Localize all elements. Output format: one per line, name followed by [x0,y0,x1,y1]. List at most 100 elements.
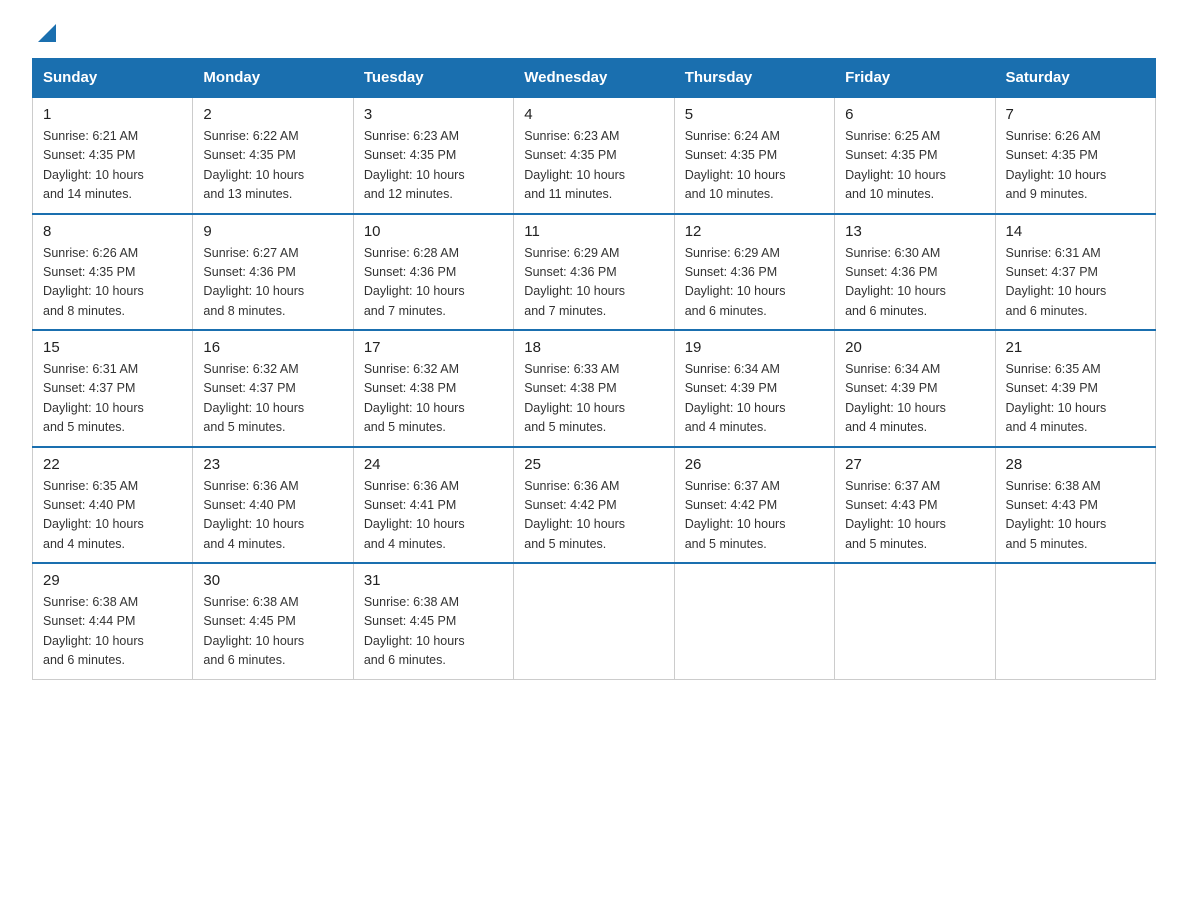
calendar-cell: 1 Sunrise: 6:21 AMSunset: 4:35 PMDayligh… [33,97,193,214]
day-number: 14 [1006,223,1145,240]
day-info: Sunrise: 6:38 AMSunset: 4:43 PMDaylight:… [1006,479,1107,551]
weekday-header-wednesday: Wednesday [514,59,674,98]
calendar-cell: 23 Sunrise: 6:36 AMSunset: 4:40 PMDaylig… [193,447,353,564]
day-info: Sunrise: 6:32 AMSunset: 4:38 PMDaylight:… [364,362,465,434]
calendar-cell: 16 Sunrise: 6:32 AMSunset: 4:37 PMDaylig… [193,330,353,447]
day-info: Sunrise: 6:31 AMSunset: 4:37 PMDaylight:… [43,362,144,434]
calendar-cell [674,563,834,679]
day-info: Sunrise: 6:33 AMSunset: 4:38 PMDaylight:… [524,362,625,434]
day-number: 27 [845,456,984,473]
day-number: 22 [43,456,182,473]
day-info: Sunrise: 6:30 AMSunset: 4:36 PMDaylight:… [845,246,946,318]
day-info: Sunrise: 6:26 AMSunset: 4:35 PMDaylight:… [1006,129,1107,201]
day-info: Sunrise: 6:34 AMSunset: 4:39 PMDaylight:… [845,362,946,434]
day-number: 26 [685,456,824,473]
day-number: 23 [203,456,342,473]
calendar-cell: 29 Sunrise: 6:38 AMSunset: 4:44 PMDaylig… [33,563,193,679]
day-info: Sunrise: 6:38 AMSunset: 4:44 PMDaylight:… [43,595,144,667]
weekday-header-sunday: Sunday [33,59,193,98]
weekday-header-thursday: Thursday [674,59,834,98]
calendar-table: SundayMondayTuesdayWednesdayThursdayFrid… [32,58,1156,680]
day-number: 13 [845,223,984,240]
day-number: 21 [1006,339,1145,356]
day-info: Sunrise: 6:21 AMSunset: 4:35 PMDaylight:… [43,129,144,201]
calendar-cell: 2 Sunrise: 6:22 AMSunset: 4:35 PMDayligh… [193,97,353,214]
weekday-header-monday: Monday [193,59,353,98]
day-number: 1 [43,106,182,123]
calendar-cell: 9 Sunrise: 6:27 AMSunset: 4:36 PMDayligh… [193,214,353,331]
calendar-cell: 14 Sunrise: 6:31 AMSunset: 4:37 PMDaylig… [995,214,1155,331]
calendar-cell: 19 Sunrise: 6:34 AMSunset: 4:39 PMDaylig… [674,330,834,447]
day-info: Sunrise: 6:27 AMSunset: 4:36 PMDaylight:… [203,246,304,318]
day-info: Sunrise: 6:25 AMSunset: 4:35 PMDaylight:… [845,129,946,201]
calendar-cell: 28 Sunrise: 6:38 AMSunset: 4:43 PMDaylig… [995,447,1155,564]
day-info: Sunrise: 6:28 AMSunset: 4:36 PMDaylight:… [364,246,465,318]
day-number: 6 [845,106,984,123]
day-info: Sunrise: 6:23 AMSunset: 4:35 PMDaylight:… [364,129,465,201]
day-info: Sunrise: 6:22 AMSunset: 4:35 PMDaylight:… [203,129,304,201]
calendar-cell: 6 Sunrise: 6:25 AMSunset: 4:35 PMDayligh… [835,97,995,214]
calendar-cell: 15 Sunrise: 6:31 AMSunset: 4:37 PMDaylig… [33,330,193,447]
calendar-cell: 30 Sunrise: 6:38 AMSunset: 4:45 PMDaylig… [193,563,353,679]
day-number: 18 [524,339,663,356]
calendar-cell [514,563,674,679]
day-number: 17 [364,339,503,356]
logo-triangle-icon [38,24,56,42]
calendar-cell [995,563,1155,679]
day-number: 5 [685,106,824,123]
calendar-cell: 24 Sunrise: 6:36 AMSunset: 4:41 PMDaylig… [353,447,513,564]
calendar-cell: 11 Sunrise: 6:29 AMSunset: 4:36 PMDaylig… [514,214,674,331]
calendar-cell: 4 Sunrise: 6:23 AMSunset: 4:35 PMDayligh… [514,97,674,214]
calendar-cell [835,563,995,679]
calendar-cell: 31 Sunrise: 6:38 AMSunset: 4:45 PMDaylig… [353,563,513,679]
day-number: 31 [364,572,503,589]
day-number: 16 [203,339,342,356]
day-number: 15 [43,339,182,356]
calendar-cell: 26 Sunrise: 6:37 AMSunset: 4:42 PMDaylig… [674,447,834,564]
calendar-cell: 17 Sunrise: 6:32 AMSunset: 4:38 PMDaylig… [353,330,513,447]
day-info: Sunrise: 6:34 AMSunset: 4:39 PMDaylight:… [685,362,786,434]
week-row-1: 1 Sunrise: 6:21 AMSunset: 4:35 PMDayligh… [33,97,1156,214]
calendar-cell: 20 Sunrise: 6:34 AMSunset: 4:39 PMDaylig… [835,330,995,447]
day-info: Sunrise: 6:38 AMSunset: 4:45 PMDaylight:… [364,595,465,667]
day-info: Sunrise: 6:38 AMSunset: 4:45 PMDaylight:… [203,595,304,667]
day-info: Sunrise: 6:36 AMSunset: 4:41 PMDaylight:… [364,479,465,551]
day-info: Sunrise: 6:37 AMSunset: 4:42 PMDaylight:… [685,479,786,551]
day-info: Sunrise: 6:29 AMSunset: 4:36 PMDaylight:… [685,246,786,318]
weekday-header-saturday: Saturday [995,59,1155,98]
logo [32,24,56,42]
day-number: 25 [524,456,663,473]
week-row-2: 8 Sunrise: 6:26 AMSunset: 4:35 PMDayligh… [33,214,1156,331]
day-number: 9 [203,223,342,240]
calendar-cell: 18 Sunrise: 6:33 AMSunset: 4:38 PMDaylig… [514,330,674,447]
day-info: Sunrise: 6:35 AMSunset: 4:39 PMDaylight:… [1006,362,1107,434]
page-header [32,24,1156,42]
day-info: Sunrise: 6:24 AMSunset: 4:35 PMDaylight:… [685,129,786,201]
calendar-cell: 13 Sunrise: 6:30 AMSunset: 4:36 PMDaylig… [835,214,995,331]
day-number: 30 [203,572,342,589]
day-info: Sunrise: 6:29 AMSunset: 4:36 PMDaylight:… [524,246,625,318]
calendar-cell: 7 Sunrise: 6:26 AMSunset: 4:35 PMDayligh… [995,97,1155,214]
day-number: 28 [1006,456,1145,473]
day-number: 11 [524,223,663,240]
week-row-5: 29 Sunrise: 6:38 AMSunset: 4:44 PMDaylig… [33,563,1156,679]
calendar-cell: 10 Sunrise: 6:28 AMSunset: 4:36 PMDaylig… [353,214,513,331]
day-info: Sunrise: 6:31 AMSunset: 4:37 PMDaylight:… [1006,246,1107,318]
day-number: 12 [685,223,824,240]
day-info: Sunrise: 6:35 AMSunset: 4:40 PMDaylight:… [43,479,144,551]
day-info: Sunrise: 6:23 AMSunset: 4:35 PMDaylight:… [524,129,625,201]
calendar-cell: 21 Sunrise: 6:35 AMSunset: 4:39 PMDaylig… [995,330,1155,447]
day-number: 24 [364,456,503,473]
calendar-cell: 22 Sunrise: 6:35 AMSunset: 4:40 PMDaylig… [33,447,193,564]
day-info: Sunrise: 6:36 AMSunset: 4:42 PMDaylight:… [524,479,625,551]
day-info: Sunrise: 6:26 AMSunset: 4:35 PMDaylight:… [43,246,144,318]
calendar-cell: 27 Sunrise: 6:37 AMSunset: 4:43 PMDaylig… [835,447,995,564]
day-number: 2 [203,106,342,123]
calendar-cell: 5 Sunrise: 6:24 AMSunset: 4:35 PMDayligh… [674,97,834,214]
day-number: 29 [43,572,182,589]
day-number: 3 [364,106,503,123]
calendar-cell: 12 Sunrise: 6:29 AMSunset: 4:36 PMDaylig… [674,214,834,331]
calendar-cell: 3 Sunrise: 6:23 AMSunset: 4:35 PMDayligh… [353,97,513,214]
weekday-header-tuesday: Tuesday [353,59,513,98]
day-number: 8 [43,223,182,240]
